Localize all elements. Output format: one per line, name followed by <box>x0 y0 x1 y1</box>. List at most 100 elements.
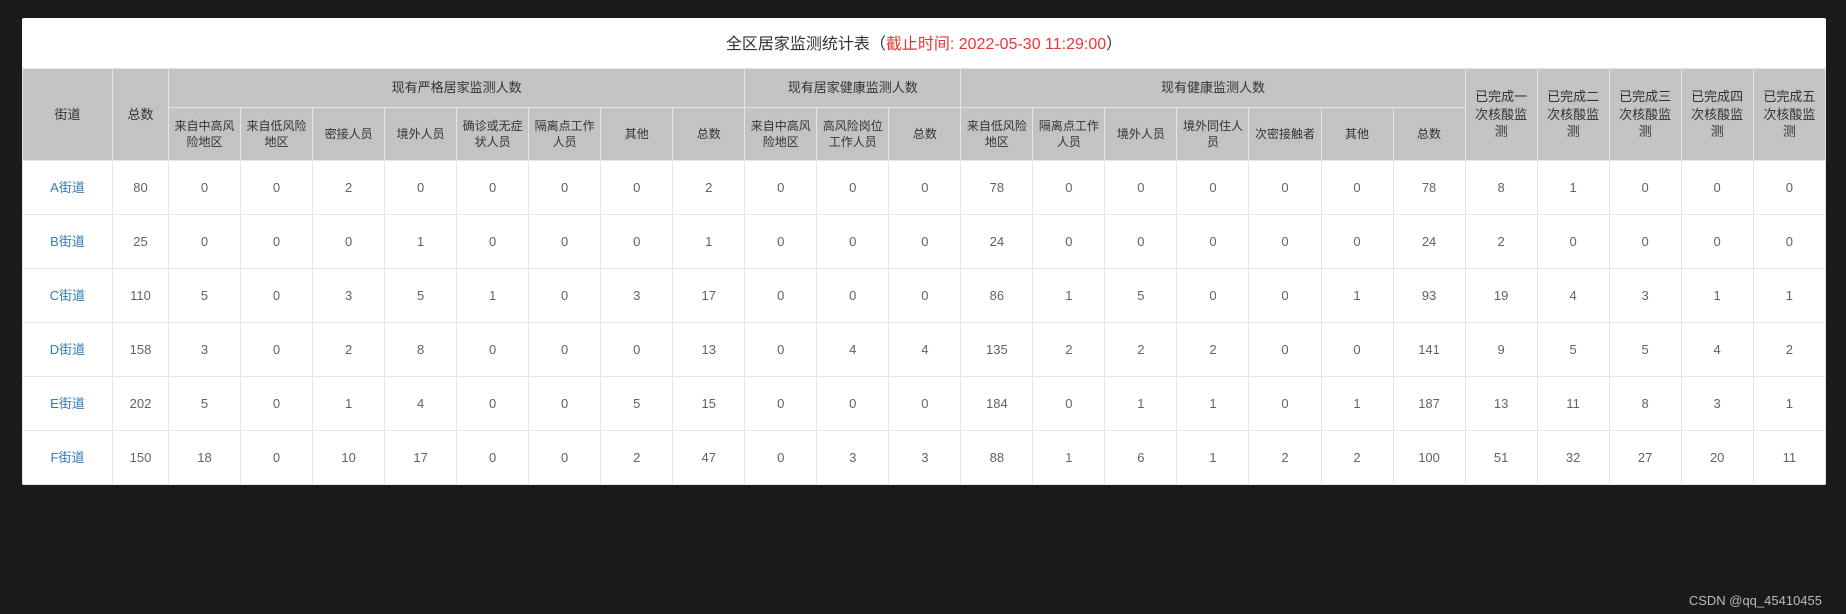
data-cell: 0 <box>1033 376 1105 430</box>
data-cell: 93 <box>1393 268 1465 322</box>
data-cell: 25 <box>113 214 169 268</box>
table-row: D街道1583028000130441352220014195542 <box>23 322 1826 376</box>
data-cell: 0 <box>169 214 241 268</box>
street-cell[interactable]: E街道 <box>23 376 113 430</box>
th-sub: 来自中高风险地区 <box>745 107 817 160</box>
th-sub: 密接人员 <box>313 107 385 160</box>
th-tail0: 已完成一次核酸监测 <box>1465 69 1537 161</box>
street-cell[interactable]: A街道 <box>23 160 113 214</box>
data-cell: 0 <box>241 160 313 214</box>
th-sub: 境外人员 <box>385 107 457 160</box>
data-cell: 158 <box>113 322 169 376</box>
data-cell: 0 <box>1105 214 1177 268</box>
data-cell: 3 <box>1681 376 1753 430</box>
data-cell: 1 <box>1537 160 1609 214</box>
data-cell: 4 <box>1537 268 1609 322</box>
data-cell: 5 <box>169 376 241 430</box>
data-cell: 0 <box>1249 376 1321 430</box>
data-cell: 0 <box>1321 160 1393 214</box>
data-cell: 3 <box>601 268 673 322</box>
data-cell: 0 <box>529 376 601 430</box>
data-cell: 110 <box>113 268 169 322</box>
data-cell: 0 <box>1753 214 1825 268</box>
data-cell: 0 <box>889 214 961 268</box>
th-street: 街道 <box>23 69 113 161</box>
data-cell: 2 <box>1033 322 1105 376</box>
data-cell: 0 <box>601 160 673 214</box>
data-cell: 15 <box>673 376 745 430</box>
th-group1: 现有严格居家监测人数 <box>169 69 745 108</box>
data-cell: 0 <box>1681 214 1753 268</box>
data-cell: 0 <box>1321 214 1393 268</box>
data-cell: 0 <box>529 430 601 484</box>
data-cell: 13 <box>1465 376 1537 430</box>
th-sub: 其他 <box>1321 107 1393 160</box>
data-cell: 27 <box>1609 430 1681 484</box>
data-cell: 2 <box>1249 430 1321 484</box>
data-cell: 10 <box>313 430 385 484</box>
data-cell: 1 <box>1033 430 1105 484</box>
data-cell: 17 <box>385 430 457 484</box>
data-cell: 0 <box>745 214 817 268</box>
th-sub: 次密接触者 <box>1249 107 1321 160</box>
data-cell: 2 <box>1753 322 1825 376</box>
data-cell: 150 <box>113 430 169 484</box>
data-cell: 1 <box>1177 376 1249 430</box>
data-cell: 8 <box>1465 160 1537 214</box>
data-cell: 0 <box>457 376 529 430</box>
data-cell: 88 <box>961 430 1033 484</box>
data-cell: 19 <box>1465 268 1537 322</box>
data-cell: 135 <box>961 322 1033 376</box>
data-cell: 32 <box>1537 430 1609 484</box>
table-row: C街道110503510317000861500193194311 <box>23 268 1826 322</box>
data-cell: 0 <box>1249 214 1321 268</box>
data-cell: 0 <box>241 214 313 268</box>
data-cell: 2 <box>1465 214 1537 268</box>
data-cell: 202 <box>113 376 169 430</box>
data-cell: 0 <box>1177 214 1249 268</box>
data-cell: 0 <box>1177 268 1249 322</box>
data-cell: 0 <box>529 214 601 268</box>
th-total: 总数 <box>113 69 169 161</box>
th-group2: 现有居家健康监测人数 <box>745 69 961 108</box>
data-cell: 18 <box>169 430 241 484</box>
data-cell: 1 <box>313 376 385 430</box>
data-cell: 0 <box>241 376 313 430</box>
data-cell: 5 <box>601 376 673 430</box>
data-cell: 4 <box>1681 322 1753 376</box>
data-cell: 1 <box>1321 268 1393 322</box>
street-cell[interactable]: C街道 <box>23 268 113 322</box>
data-cell: 5 <box>1105 268 1177 322</box>
data-cell: 4 <box>817 322 889 376</box>
th-group3: 现有健康监测人数 <box>961 69 1465 108</box>
data-cell: 9 <box>1465 322 1537 376</box>
data-cell: 1 <box>385 214 457 268</box>
title-prefix: 全区居家监测统计表（ <box>726 36 886 53</box>
data-cell: 3 <box>817 430 889 484</box>
data-cell: 0 <box>745 322 817 376</box>
data-cell: 0 <box>745 160 817 214</box>
data-cell: 1 <box>1105 376 1177 430</box>
data-cell: 5 <box>169 268 241 322</box>
data-cell: 0 <box>817 160 889 214</box>
data-cell: 0 <box>745 430 817 484</box>
data-cell: 0 <box>457 430 529 484</box>
data-cell: 5 <box>1537 322 1609 376</box>
data-cell: 6 <box>1105 430 1177 484</box>
data-cell: 0 <box>817 214 889 268</box>
data-cell: 11 <box>1753 430 1825 484</box>
data-cell: 0 <box>1609 214 1681 268</box>
data-cell: 5 <box>1609 322 1681 376</box>
th-sub: 来自低风险地区 <box>241 107 313 160</box>
data-cell: 0 <box>457 160 529 214</box>
street-cell[interactable]: B街道 <box>23 214 113 268</box>
th-sub: 高风险岗位工作人员 <box>817 107 889 160</box>
data-cell: 0 <box>1609 160 1681 214</box>
th-sub: 确诊或无症状人员 <box>457 107 529 160</box>
data-cell: 2 <box>673 160 745 214</box>
street-cell[interactable]: D街道 <box>23 322 113 376</box>
street-cell[interactable]: F街道 <box>23 430 113 484</box>
data-cell: 24 <box>961 214 1033 268</box>
data-cell: 2 <box>313 160 385 214</box>
data-cell: 1 <box>1681 268 1753 322</box>
